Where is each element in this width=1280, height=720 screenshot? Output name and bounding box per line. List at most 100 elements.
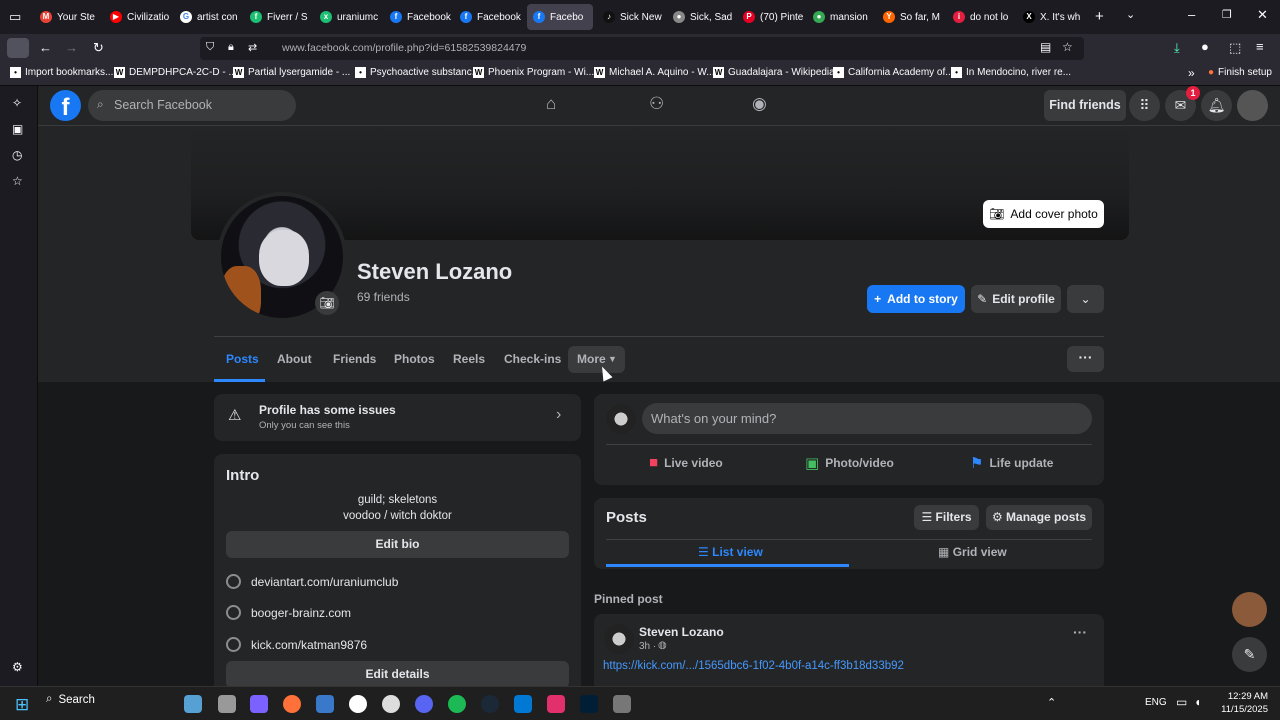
tab-more[interactable]: More	[577, 352, 606, 366]
composer-input[interactable]: What's on your mind?	[642, 403, 1092, 434]
facebook-logo-icon[interactable]: f	[50, 90, 81, 121]
tab-check-ins[interactable]: Check-ins	[504, 352, 561, 366]
steam-icon[interactable]	[481, 695, 499, 713]
list-all-tabs-icon[interactable]: ⌄	[1126, 8, 1135, 21]
app-icon[interactable]	[613, 695, 631, 713]
tab-about[interactable]: About	[277, 352, 312, 366]
bookmark-item[interactable]: • California Academy of...	[833, 67, 954, 78]
bookmark-item[interactable]: W Phoenix Program - Wi...	[473, 67, 594, 78]
browser-tab[interactable]: Gartist con	[174, 4, 242, 30]
spotify-icon[interactable]	[448, 695, 466, 713]
bookmark-item[interactable]: • In Mendocino, river re...	[951, 67, 1071, 78]
tab-posts[interactable]: Posts	[226, 352, 259, 366]
photo-video-button[interactable]: ▣ Photo/video	[805, 454, 894, 472]
shield-icon[interactable]: ⛉	[206, 41, 214, 54]
bookmark-item[interactable]: W Michael A. Aquino - W...	[594, 67, 715, 78]
groups-icon[interactable]: ◉	[752, 94, 767, 114]
browser-tab[interactable]: X X. It's wh	[1017, 4, 1085, 30]
bookmark-star-icon[interactable]: ☆	[1062, 40, 1073, 54]
discord-icon[interactable]	[415, 695, 433, 713]
grid-view-tab[interactable]: ▦ Grid view	[938, 545, 1007, 559]
browser-tab[interactable]: ♪ Sick New	[597, 4, 665, 30]
edit-bio-button[interactable]: Edit bio	[226, 531, 569, 558]
browser-tab[interactable]: ● mansion	[807, 4, 875, 30]
manage-posts-button[interactable]: ⚙ Manage posts	[986, 505, 1092, 530]
new-message-icon[interactable]: ✎	[1232, 637, 1267, 672]
firefox-icon[interactable]	[283, 695, 301, 713]
task-view-icon[interactable]	[218, 695, 236, 713]
browser-tab[interactable]: M Your Ste	[34, 4, 102, 30]
browser-tab[interactable]: ● Sick, Sad	[667, 4, 735, 30]
more-bookmarks-icon[interactable]: »	[1188, 66, 1195, 80]
vscode-icon[interactable]	[316, 695, 334, 713]
menu-grid-icon[interactable]: ⠿	[1129, 90, 1160, 121]
back-icon[interactable]: ←	[39, 40, 52, 55]
show-hidden-icons-icon[interactable]: ⌃	[1047, 696, 1056, 709]
profile-issues-card[interactable]: ⚠ Profile has some issues Only you can s…	[214, 394, 581, 441]
synced-tabs-icon[interactable]: ▣	[12, 122, 23, 136]
extensions-icon[interactable]: ⬚	[1229, 40, 1241, 56]
browser-tab[interactable]: f Fiverr / S	[244, 4, 312, 30]
friends-icon[interactable]: ⚇	[649, 94, 664, 114]
finish-setup-link[interactable]: ● Finish setup	[1208, 67, 1272, 78]
sidebar-settings-icon[interactable]: ⚙	[12, 660, 23, 674]
app-menu-icon[interactable]: ≡	[1256, 39, 1264, 54]
intro-link[interactable]: deviantart.com/uraniumclub	[226, 574, 398, 589]
photoshop-icon[interactable]	[580, 695, 598, 713]
chatgpt-icon[interactable]	[382, 695, 400, 713]
live-video-button[interactable]: ■ Live video	[649, 454, 723, 471]
forward-icon[interactable]: →	[65, 40, 78, 55]
downloads-icon[interactable]: ⤓	[1174, 40, 1180, 56]
edit-details-button[interactable]: Edit details	[226, 661, 569, 688]
minimize-icon[interactable]: –	[1188, 7, 1195, 22]
tab-list-icon[interactable]: ▭	[9, 9, 21, 25]
sidebar-toggle-icon[interactable]	[7, 38, 29, 58]
taskbar-app-icon[interactable]	[184, 695, 202, 713]
search-input[interactable]: ⌕ Search Facebook	[88, 90, 296, 121]
url-text[interactable]: www.facebook.com/profile.php?id=61582539…	[282, 42, 526, 54]
browser-tab[interactable]: ▶ Civilizatio	[104, 4, 172, 30]
browser-tab[interactable]: P (70) Pinte	[737, 4, 805, 30]
windows-start-icon[interactable]: ⊞	[15, 695, 29, 715]
bookmark-item[interactable]: W Guadalajara - Wikipedia	[713, 67, 835, 78]
post-timestamp[interactable]: 3h ·	[639, 641, 656, 652]
intro-link[interactable]: kick.com/katman9876	[226, 637, 367, 652]
bookmarks-icon[interactable]: ☆	[12, 174, 23, 188]
permissions-icon[interactable]: ⇄	[248, 41, 257, 54]
more-options-icon[interactable]: ···	[1067, 346, 1104, 372]
wikipedia-app-icon[interactable]	[349, 695, 367, 713]
browser-tab[interactable]: f Facebook	[454, 4, 522, 30]
lock-icon[interactable]: 🔒︎	[228, 41, 234, 54]
notifications-icon[interactable]: 🔔︎	[1201, 90, 1232, 121]
copilot-icon[interactable]	[250, 695, 268, 713]
intro-link[interactable]: booger-brainz.com	[226, 605, 351, 620]
post-options-icon[interactable]: ···	[1073, 624, 1087, 640]
tab-photos[interactable]: Photos	[394, 352, 435, 366]
history-icon[interactable]: ◷	[12, 148, 22, 162]
instagram-icon[interactable]	[547, 695, 565, 713]
life-update-button[interactable]: ⚑ Life update	[970, 454, 1053, 472]
find-friends-button[interactable]: Find friends	[1044, 90, 1126, 121]
browser-tab[interactable]: i do not lo	[947, 4, 1015, 30]
post-link[interactable]: https://kick.com/.../1565dbc6-1f02-4b0f-…	[603, 660, 904, 672]
bookmark-item[interactable]: W Partial lysergamide - ...	[233, 67, 350, 78]
update-picture-camera-icon[interactable]: 📷︎	[315, 291, 339, 315]
bookmark-item[interactable]: W DEMPDHPCA-2C-D - ...	[114, 67, 237, 78]
reader-view-icon[interactable]: ▤	[1040, 40, 1051, 54]
post-author-avatar[interactable]	[604, 624, 634, 654]
bookmark-item[interactable]: • Import bookmarks...	[10, 67, 113, 78]
list-view-tab[interactable]: ☰ List view	[698, 545, 763, 559]
filters-button[interactable]: ☰ Filters	[914, 505, 979, 530]
browser-tab[interactable]: f Facebook	[384, 4, 452, 30]
tab-friends[interactable]: Friends	[333, 352, 376, 366]
account-icon[interactable]: ●	[1201, 39, 1209, 54]
browser-tab[interactable]: f Facebo ✕	[527, 4, 593, 30]
edit-profile-button[interactable]: ✎ Edit profile	[971, 285, 1061, 313]
taskbar-search[interactable]: ⌕ Search	[46, 693, 95, 706]
friends-count[interactable]: 69 friends	[357, 290, 410, 304]
reload-icon[interactable]: ↻	[93, 40, 104, 56]
close-tab-icon[interactable]: ✕	[592, 11, 593, 24]
network-icon[interactable]: ▭	[1176, 695, 1187, 709]
add-to-story-button[interactable]: + Add to story	[867, 285, 965, 313]
browser-tab[interactable]: Y So far, M	[877, 4, 945, 30]
